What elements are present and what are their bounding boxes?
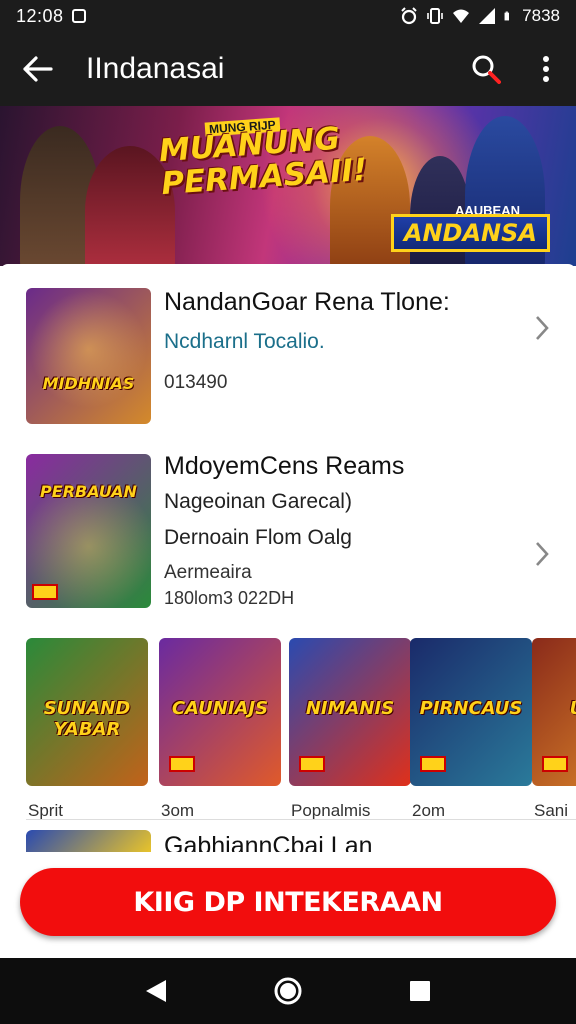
list-item-partial[interactable]: GabhiannCbai Lan	[0, 264, 576, 870]
primary-action-button[interactable]: KIIG DP INTEKERAAN	[20, 868, 556, 936]
nav-back-button[interactable]	[136, 971, 176, 1011]
system-nav-bar	[0, 958, 576, 1024]
nav-recents-button[interactable]	[400, 971, 440, 1011]
app-screen: 12:08 7838 IIndanasai MUNG RIJP MUANUNG …	[0, 0, 576, 1024]
nav-home-button[interactable]	[268, 971, 308, 1011]
status-right-icons: 7838	[400, 6, 560, 26]
home-circle-icon	[274, 977, 302, 1005]
more-options-button[interactable]	[516, 32, 576, 106]
wifi-icon	[453, 9, 470, 23]
banner-title: MUANUNG PERMASAII!	[158, 121, 368, 202]
notification-icon	[71, 9, 86, 23]
recents-square-icon	[410, 981, 430, 1001]
search-button[interactable]	[456, 32, 516, 106]
search-icon	[472, 55, 501, 84]
promo-banner[interactable]: MUNG RIJP MUANUNG PERMASAII! AAUBEAN AND…	[0, 106, 576, 266]
back-triangle-icon	[146, 980, 166, 1002]
cta-container: KIIG DP INTEKERAAN	[0, 852, 576, 958]
more-vert-icon	[543, 56, 549, 82]
status-time: 12:08	[16, 5, 64, 26]
battery-text: 7838	[522, 6, 560, 25]
content-list: MIDHNIAS NandanGoar Rena Tlone: Ncdharnl…	[0, 264, 576, 870]
banner-tag: ANDANSA	[390, 214, 550, 252]
back-button[interactable]	[0, 32, 74, 106]
alarm-icon	[401, 7, 417, 25]
status-bar: 12:08 7838	[0, 0, 576, 32]
page-title: IIndanasai	[86, 52, 225, 85]
app-bar: IIndanasai	[0, 32, 576, 106]
vibrate-icon	[427, 8, 443, 24]
signal-icon	[479, 8, 496, 24]
back-arrow-icon	[23, 56, 53, 82]
battery-icon	[504, 11, 510, 21]
